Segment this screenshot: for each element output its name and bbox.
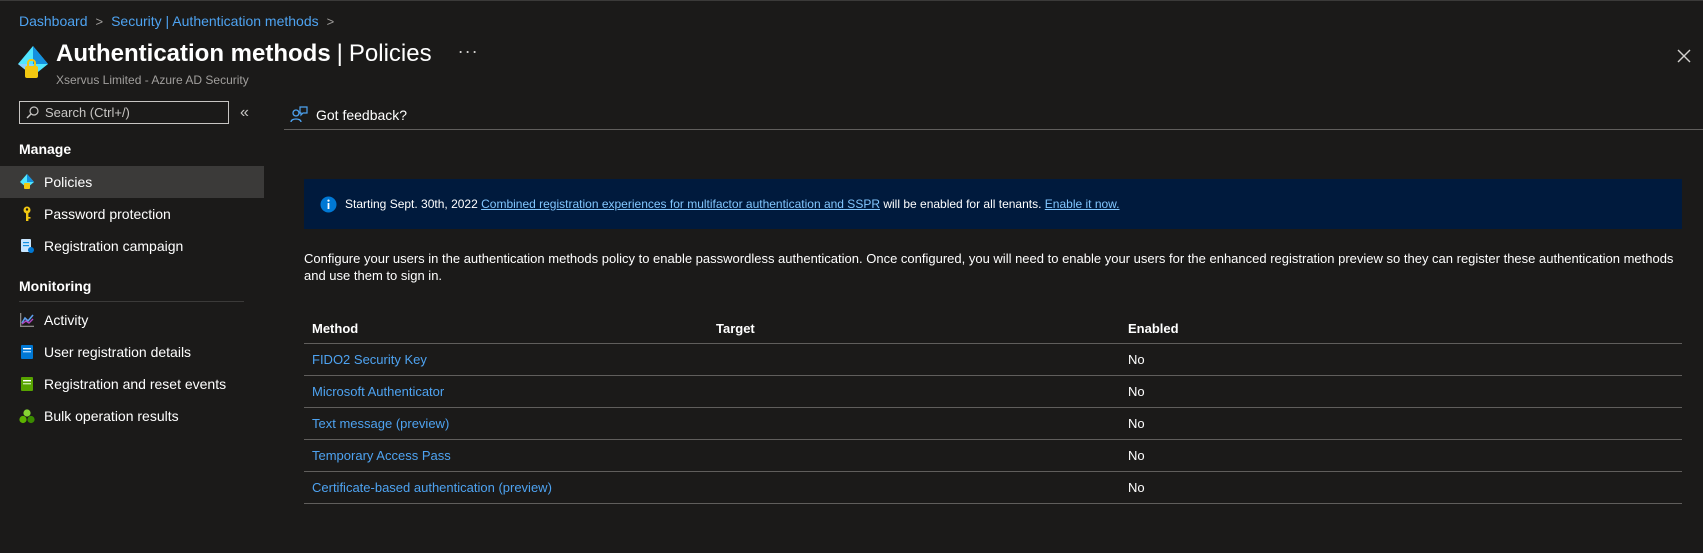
title-separator: | xyxy=(336,40,343,67)
enabled-cell: No xyxy=(1128,384,1145,399)
section-manage: Manage xyxy=(19,141,72,157)
sidebar-item-label: Password protection xyxy=(44,206,171,222)
method-link[interactable]: Text message (preview) xyxy=(312,416,449,431)
key-icon xyxy=(19,206,35,222)
method-link[interactable]: Microsoft Authenticator xyxy=(312,384,444,399)
user-details-icon xyxy=(19,344,35,360)
feedback-icon xyxy=(290,106,308,123)
sidebar-item-label: Bulk operation results xyxy=(44,408,179,424)
more-options-button[interactable]: ··· xyxy=(458,41,479,62)
collapse-sidebar-button[interactable]: « xyxy=(240,104,249,122)
policy-diamond-icon xyxy=(19,174,35,190)
page-description: Configure your users in the authenticati… xyxy=(304,251,1674,283)
enabled-cell: No xyxy=(1128,352,1145,367)
page-header: Authentication methods | Policies ··· Xs… xyxy=(17,40,479,87)
method-link[interactable]: FIDO2 Security Key xyxy=(312,352,427,367)
sidebar-item-label: Activity xyxy=(44,312,89,328)
close-button[interactable] xyxy=(1672,44,1696,68)
feedback-button[interactable]: Got feedback? xyxy=(284,101,407,129)
sidebar-item-label: Registration campaign xyxy=(44,238,184,254)
method-link[interactable]: Temporary Access Pass xyxy=(312,448,451,463)
feedback-label: Got feedback? xyxy=(316,107,408,123)
info-banner: Starting Sept. 30th, 2022 Combined regis… xyxy=(304,179,1682,229)
table-row: Certificate-based authentication (previe… xyxy=(304,472,1682,504)
breadcrumb-dashboard[interactable]: Dashboard xyxy=(19,13,88,29)
table-row: Temporary Access Pass No xyxy=(304,440,1682,472)
methods-table: Method Target Enabled FIDO2 Security Key… xyxy=(304,314,1682,504)
command-bar-divider xyxy=(284,129,1703,130)
banner-prefix: Starting Sept. 30th, 2022 xyxy=(345,197,478,211)
sidebar-item-registration-reset-events[interactable]: Registration and reset events xyxy=(0,368,264,400)
search-input[interactable] xyxy=(45,105,215,120)
breadcrumb-security-auth-methods[interactable]: Security | Authentication methods xyxy=(111,13,319,29)
sidebar-item-label: User registration details xyxy=(44,344,192,360)
table-row: Microsoft Authenticator No xyxy=(304,376,1682,408)
page-title: Authentication methods xyxy=(56,40,331,67)
chevron-right-icon: > xyxy=(326,13,335,29)
close-icon xyxy=(1677,49,1691,63)
table-row: Text message (preview) No xyxy=(304,408,1682,440)
column-header-enabled[interactable]: Enabled xyxy=(1128,321,1682,336)
table-row: FIDO2 Security Key No xyxy=(304,344,1682,376)
sidebar-search[interactable] xyxy=(19,101,229,124)
search-icon xyxy=(26,106,39,119)
enabled-cell: No xyxy=(1128,416,1145,431)
sidebar-item-label: Registration and reset events xyxy=(44,376,227,392)
column-header-method[interactable]: Method xyxy=(304,321,716,336)
method-link[interactable]: Certificate-based authentication (previe… xyxy=(312,480,552,495)
combined-registration-link[interactable]: Combined registration experiences for mu… xyxy=(481,197,880,211)
enabled-cell: No xyxy=(1128,448,1145,463)
top-border xyxy=(0,0,1703,1)
section-divider xyxy=(19,301,244,302)
table-header-row: Method Target Enabled xyxy=(304,314,1682,344)
section-monitoring: Monitoring xyxy=(19,278,92,294)
banner-middle-text: will be enabled for all tenants. xyxy=(883,197,1042,211)
events-log-icon xyxy=(19,376,35,392)
breadcrumb: Dashboard > Security | Authentication me… xyxy=(19,12,334,30)
info-icon xyxy=(320,196,337,212)
page-subtitle-section: Policies xyxy=(348,40,432,67)
sidebar-item-activity[interactable]: Activity xyxy=(0,304,264,336)
sidebar-item-registration-campaign[interactable]: Registration campaign xyxy=(0,230,264,262)
sidebar-item-policies[interactable]: Policies xyxy=(0,166,264,198)
activity-chart-icon xyxy=(19,312,35,328)
authentication-methods-icon xyxy=(18,46,48,78)
sidebar-item-user-registration-details[interactable]: User registration details xyxy=(0,336,264,368)
sidebar-item-label: Policies xyxy=(44,174,93,190)
enabled-cell: No xyxy=(1128,480,1145,495)
chevron-right-icon: > xyxy=(95,13,104,29)
sidebar-item-password-protection[interactable]: Password protection xyxy=(0,198,264,230)
enable-it-now-link[interactable]: Enable it now. xyxy=(1045,197,1120,211)
bulk-results-icon xyxy=(19,408,35,424)
sidebar-item-bulk-operation-results[interactable]: Bulk operation results xyxy=(0,400,264,432)
registration-campaign-icon xyxy=(19,238,35,254)
column-header-target[interactable]: Target xyxy=(716,321,1128,336)
tenant-subtitle: Xservus Limited - Azure AD Security xyxy=(56,73,249,87)
